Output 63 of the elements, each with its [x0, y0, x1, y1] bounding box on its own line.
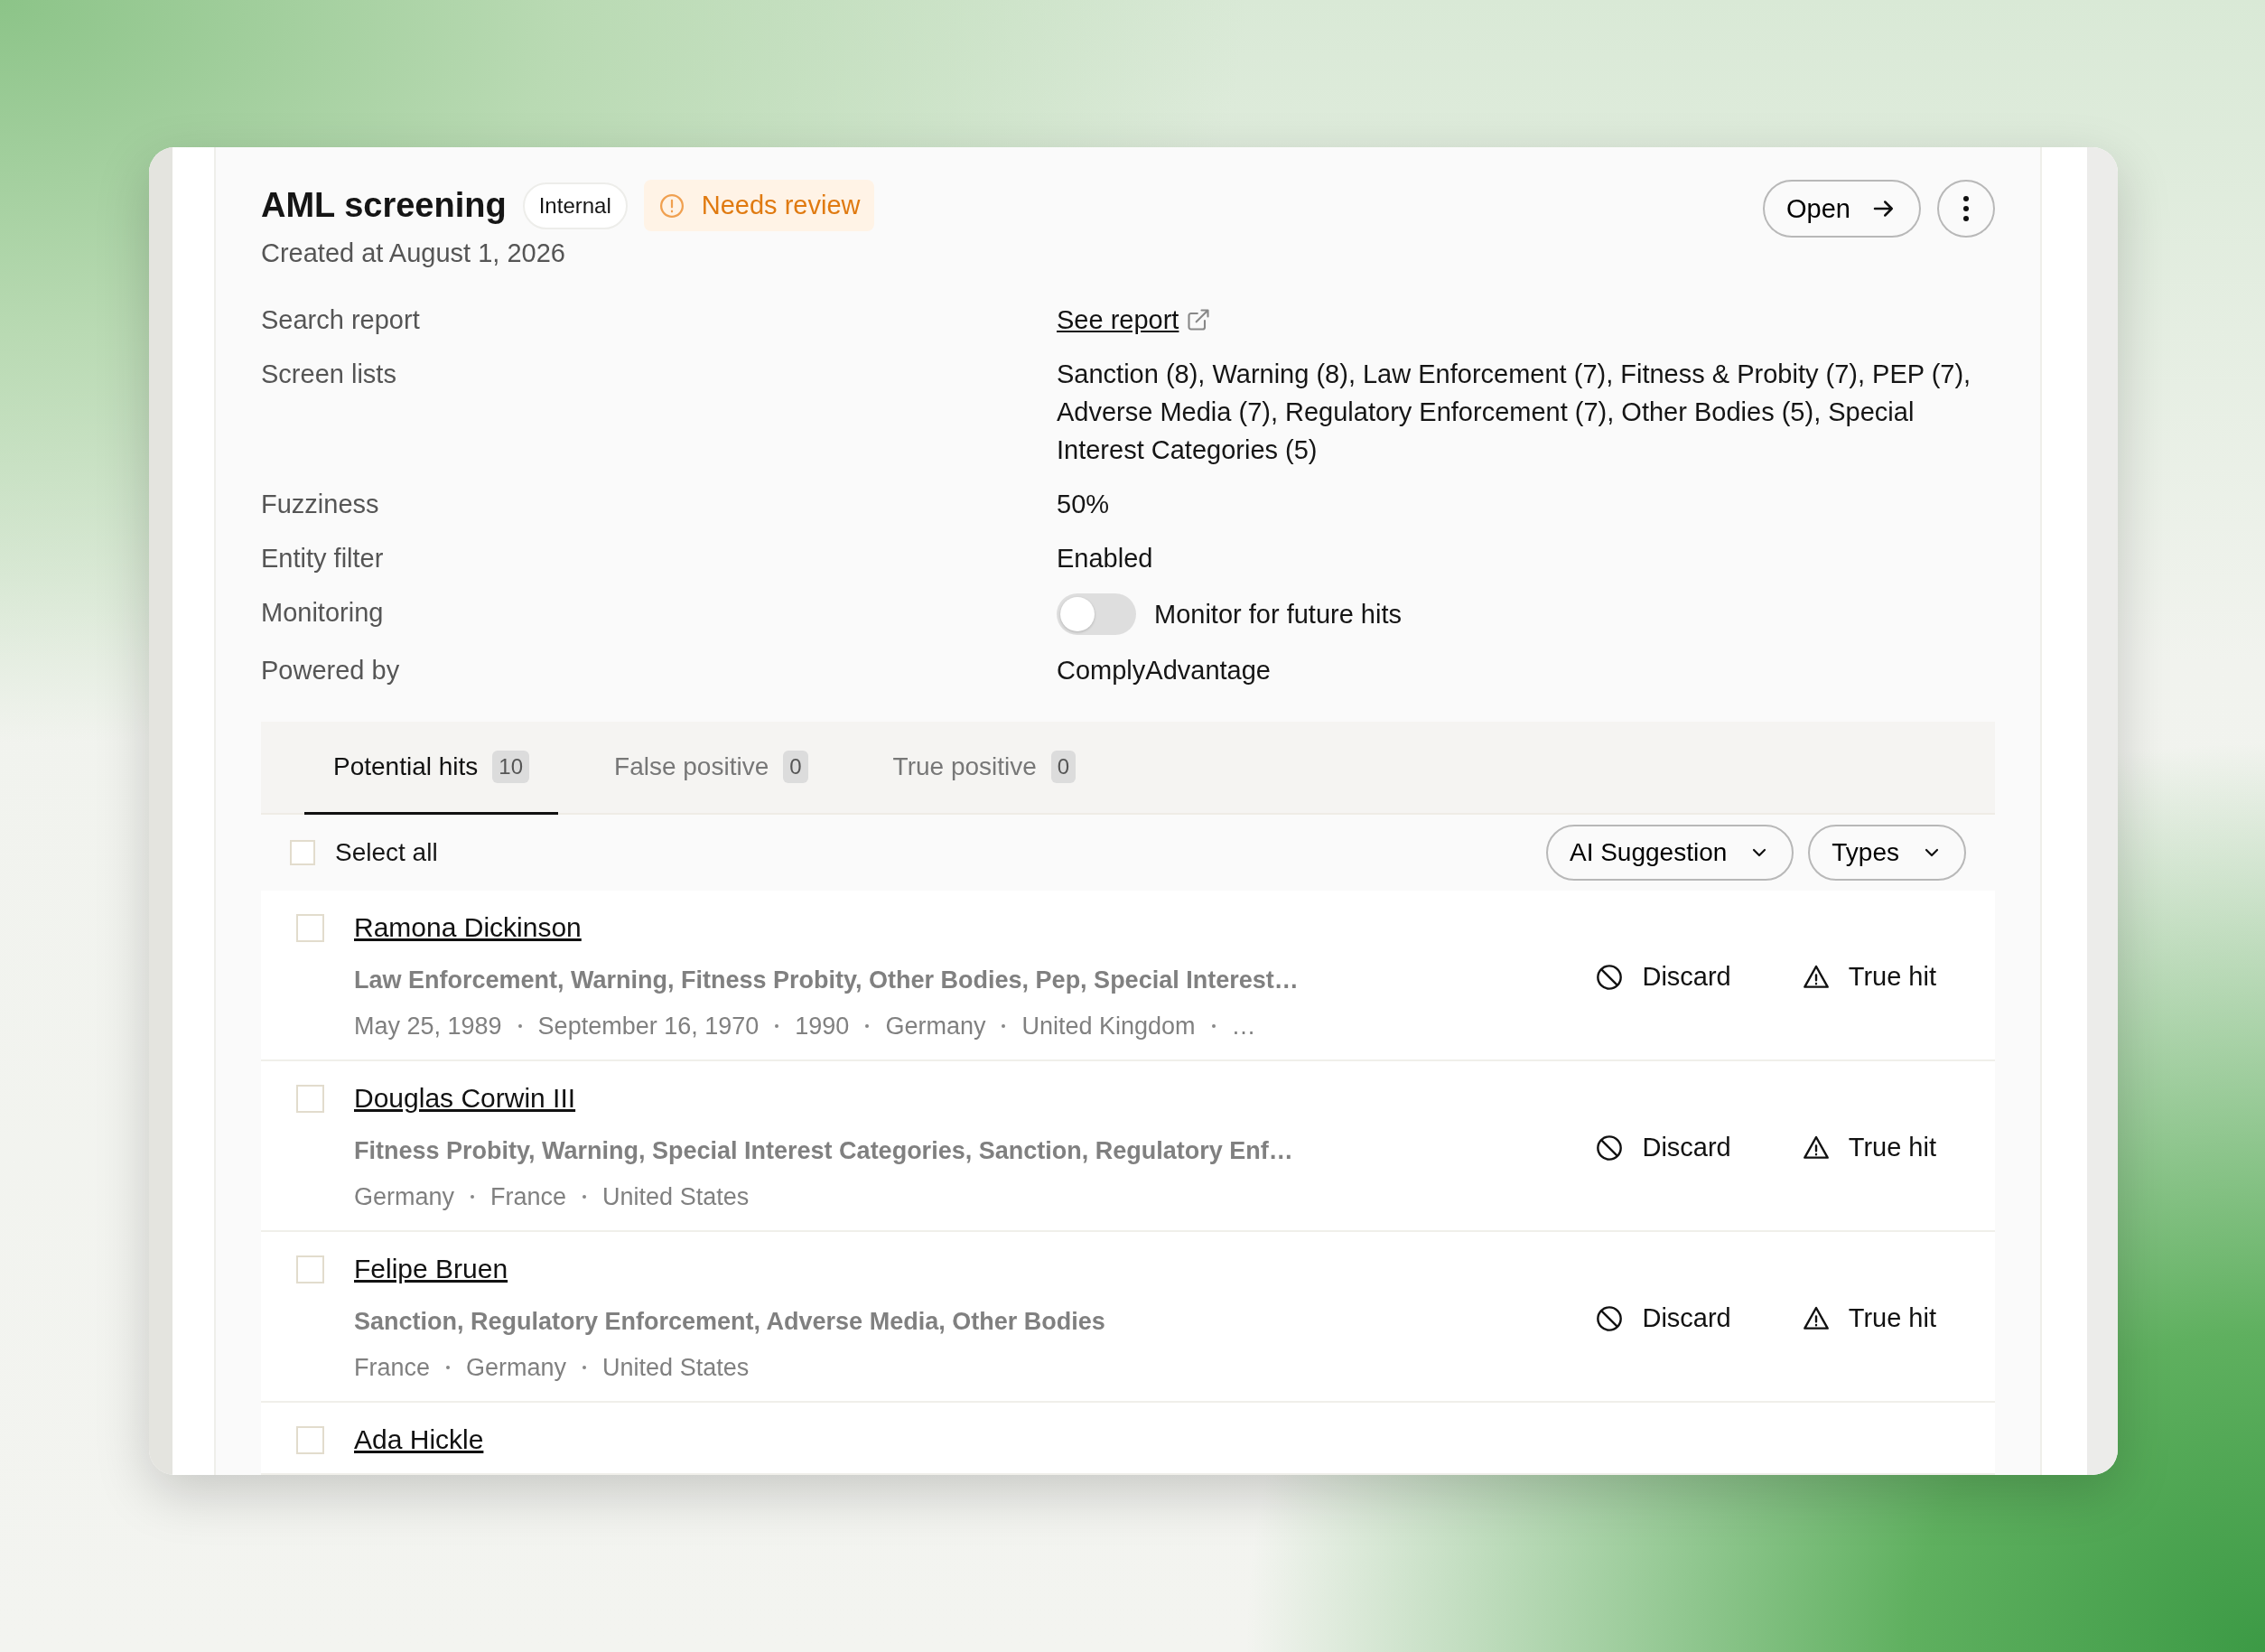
detail-label: Fuzziness — [261, 489, 380, 520]
tab[interactable]: False positive 0 — [585, 722, 837, 815]
count-badge: 10 — [492, 751, 530, 783]
status-badge: Needs review — [643, 180, 875, 231]
toggle-label: Monitor for future hits — [1154, 599, 1402, 630]
hit-detail: United States — [602, 1353, 750, 1383]
hit-categories: Fitness Probity, Warning, Special Interest Categories, Sanction, Regulatory Enf… — [354, 1136, 1294, 1166]
hit-detail: … — [1231, 1012, 1256, 1041]
hit-detail: May 25, 1989 — [354, 1012, 502, 1041]
discard-button[interactable]: Discard — [1595, 1303, 1731, 1333]
external-link-icon — [1186, 307, 1212, 332]
hit-detail: United Kingdom — [1021, 1012, 1196, 1041]
hit-detail: September 16, 1970 — [537, 1012, 760, 1041]
internal-tag: Internal — [522, 182, 628, 229]
hit-detail: Germany — [354, 1182, 455, 1212]
alert-circle-icon — [657, 191, 685, 219]
hit-name-link[interactable]: Douglas Corwin III — [354, 1079, 576, 1117]
detail-value: 50% — [1057, 489, 1111, 520]
checkbox[interactable] — [296, 913, 324, 942]
filter-dropdown[interactable]: AI Suggestion — [1545, 825, 1794, 881]
hit-name-link[interactable]: Ada Hickle — [354, 1421, 484, 1459]
report-link[interactable]: See report — [1057, 301, 1179, 339]
detail-label: Powered by — [261, 655, 401, 686]
hit-detail: Germany — [466, 1353, 567, 1383]
tab[interactable]: Potential hits 10 — [304, 722, 559, 815]
checkbox[interactable] — [296, 1084, 324, 1113]
ban-icon — [1595, 1303, 1625, 1333]
monitor-toggle[interactable] — [1057, 593, 1136, 635]
hit-detail: France — [490, 1182, 567, 1212]
open-button[interactable]: Open — [1763, 180, 1921, 238]
hit-detail: United States — [602, 1182, 750, 1212]
detail-value: ComplyAdvantage — [1057, 655, 1272, 686]
count-badge: 0 — [783, 751, 808, 783]
detail-label: Search report — [261, 304, 421, 336]
detail-label: Screen lists — [261, 359, 397, 390]
detail-value: Enabled — [1057, 543, 1154, 574]
filter-dropdown[interactable]: Types — [1808, 825, 1966, 881]
ban-icon — [1595, 962, 1625, 992]
select-all-label: Select all — [335, 838, 438, 867]
discard-button[interactable]: Discard — [1595, 1133, 1731, 1162]
hit-detail: Germany — [885, 1012, 986, 1041]
true-hit-button[interactable]: True hit — [1801, 1303, 1936, 1333]
detail-label: Monitoring — [261, 597, 385, 629]
count-badge: 0 — [1050, 751, 1077, 783]
hit-name-link[interactable]: Felipe Bruen — [354, 1250, 508, 1288]
discard-button[interactable]: Discard — [1595, 962, 1731, 992]
ban-icon — [1595, 1133, 1625, 1162]
tab[interactable]: True positive 0 — [863, 722, 1105, 815]
more-icon — [1962, 195, 1970, 222]
checkbox[interactable] — [296, 1425, 324, 1454]
detail-value: Sanction (8), Warning (8), Law Enforcement (7), Fitness & Probity (7), PEP (7), Adverse Media (7), Regulatory Enforcement (7), Other Bodies (5), Special Interest Categories (5) — [1057, 359, 1972, 466]
checkbox[interactable] — [296, 1255, 324, 1283]
detail-label: Entity filter — [261, 543, 385, 574]
hit-categories: Law Enforcement, Warning, Fitness Probity, Other Bodies, Pep, Special Interest… — [354, 966, 1300, 995]
checkbox[interactable] — [290, 840, 315, 865]
true-hit-button[interactable]: True hit — [1801, 1133, 1936, 1162]
page-title: AML screening — [261, 186, 507, 225]
hit-categories: Sanction, Regulatory Enforcement, Adverse Media, Other Bodies — [354, 1307, 1106, 1337]
hit-detail: 1990 — [795, 1012, 850, 1041]
created-date: Created at August 1, 2026 — [261, 238, 566, 268]
hit-name-link[interactable]: Ramona Dickinson — [354, 909, 582, 947]
hit-detail: France — [354, 1353, 431, 1383]
true-hit-button[interactable]: True hit — [1801, 962, 1936, 992]
